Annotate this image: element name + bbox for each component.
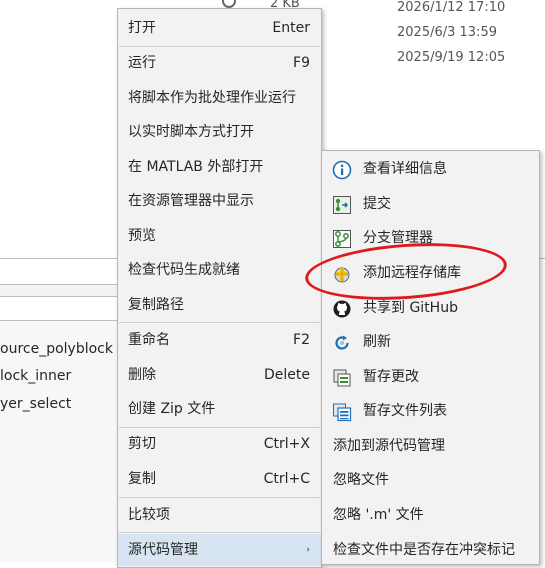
commit-icon [332,195,352,215]
menu-item-check-codegen-readiness[interactable]: 检查代码生成就绪 [118,254,321,286]
menu-separator [119,497,320,498]
submenu-item-stash-changes[interactable]: 暂存更改 [322,361,539,393]
shortcut-label: F2 [293,332,310,348]
menu-item-label: 删除 [128,367,156,383]
menu-item-label: 将脚本作为批处理作业运行 [128,90,296,106]
branch-icon [332,229,352,249]
submenu-item-label: 提交 [363,196,391,212]
menu-separator [119,322,320,323]
submenu-item-label: 刷新 [363,334,391,350]
shortcut-label: Ctrl+X [263,436,310,452]
menu-item-label: 源代码管理 [128,542,198,558]
menu-item-label: 比较项 [128,507,170,523]
stash-list-icon [332,402,352,422]
submenu-item-label: 忽略 '.m' 文件 [333,507,424,523]
submenu-item-commit[interactable]: 提交 [322,188,539,220]
submenu-item-label: 忽略文件 [333,472,389,488]
menu-item-label: 在资源管理器中显示 [128,193,254,209]
stash-icon [332,368,352,388]
search-field[interactable] [0,296,130,321]
info-icon [332,160,352,180]
submenu-item-check-conflict-markers[interactable]: 检查文件中是否存在冲突标记 [322,534,539,566]
menu-separator [119,532,320,533]
menu-item-open-as-live-script[interactable]: 以实时脚本方式打开 [118,116,321,148]
menu-item-label: 检查代码生成就绪 [128,262,240,278]
menu-item-show-in-explorer[interactable]: 在资源管理器中显示 [118,185,321,217]
submenu-item-label: 查看详细信息 [363,161,447,177]
menu-item-copy[interactable]: 复制 Ctrl+C [118,463,321,495]
menu-item-preview[interactable]: 预览 [118,220,321,252]
menu-item-cut[interactable]: 剪切 Ctrl+X [118,428,321,460]
menu-item-label: 在 MATLAB 外部打开 [128,159,264,175]
panel-divider [0,285,130,296]
submenu-item-label: 共享到 GitHub [363,300,458,316]
source-control-submenu: 查看详细信息 提交 分支管理器 添加远程存储库 共享到 GitHub 刷新 暂存… [321,150,540,565]
menu-item-source-control[interactable]: 源代码管理 › [118,534,321,566]
file-list [0,321,130,562]
submenu-item-label: 添加到源代码管理 [333,438,445,454]
file-list-item[interactable]: lock_inner [0,368,71,384]
shortcut-label: F9 [293,55,310,71]
submenu-item-refresh[interactable]: 刷新 [322,326,539,358]
menu-item-create-zip[interactable]: 创建 Zip 文件 [118,393,321,425]
menu-item-label: 复制路径 [128,297,184,313]
submenu-item-add-to-source-control[interactable]: 添加到源代码管理 [322,430,539,462]
submenu-item-label: 暂存文件列表 [363,403,447,419]
menu-item-label: 打开 [128,20,156,36]
menu-item-run[interactable]: 运行 F9 [118,47,321,79]
menu-item-compare[interactable]: 比较项 [118,499,321,531]
shortcut-label: Enter [272,20,310,36]
menu-item-rename[interactable]: 重命名 F2 [118,324,321,356]
chevron-right-icon: › [306,545,310,555]
file-list-item[interactable]: ource_polyblock [0,341,113,357]
file-date: 2025/9/19 12:05 [397,50,506,65]
menu-item-label: 以实时脚本方式打开 [128,124,254,140]
menu-item-copy-path[interactable]: 复制路径 [118,289,321,321]
github-icon [332,299,352,319]
menu-item-label: 复制 [128,471,156,487]
submenu-item-label: 检查文件中是否存在冲突标记 [333,542,515,558]
file-date: 2025/6/3 13:59 [397,25,497,40]
menu-item-open-outside-matlab[interactable]: 在 MATLAB 外部打开 [118,151,321,183]
menu-item-label: 创建 Zip 文件 [128,401,216,417]
menu-item-label: 运行 [128,55,156,71]
submenu-item-ignore-m-files[interactable]: 忽略 '.m' 文件 [322,499,539,531]
submenu-item-view-details[interactable]: 查看详细信息 [322,153,539,185]
submenu-item-ignore-file[interactable]: 忽略文件 [322,464,539,496]
file-list-item[interactable]: yer_select [0,396,71,412]
context-menu: 打开 Enter 运行 F9 将脚本作为批处理作业运行 以实时脚本方式打开 在 … [117,8,322,568]
menu-item-run-as-batch-job[interactable]: 将脚本作为批处理作业运行 [118,82,321,114]
menu-item-open[interactable]: 打开 Enter [118,12,321,44]
shortcut-label: Ctrl+C [263,471,310,487]
shortcut-label: Delete [264,367,310,383]
menu-item-label: 重命名 [128,332,170,348]
refresh-icon [332,333,352,353]
file-date: 2026/1/12 17:10 [397,0,506,15]
submenu-item-stash-list[interactable]: 暂存文件列表 [322,395,539,427]
menu-item-label: 剪切 [128,436,156,452]
filter-field[interactable] [0,258,130,285]
menu-item-delete[interactable]: 删除 Delete [118,359,321,391]
submenu-item-label: 暂存更改 [363,369,419,385]
menu-item-label: 预览 [128,228,156,244]
